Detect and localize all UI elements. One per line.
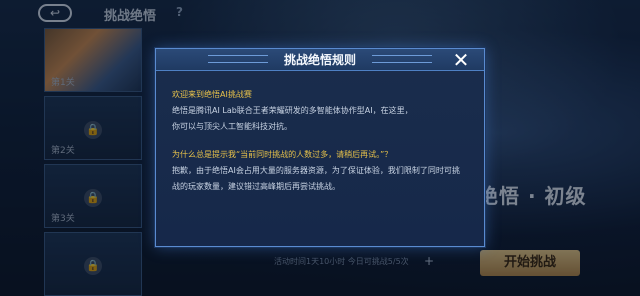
faq-question: 为什么总是提示我“当前同时挑战的人数过多，请稍后再试。”？ [172,150,393,159]
close-icon[interactable]: ✕ [450,49,472,71]
intro-text-line: 绝悟是腾讯AI Lab联合王者荣耀研发的多智能体协作型AI，在这里， [172,106,413,115]
dialog-body: 欢迎来到绝悟AI挑战赛 绝悟是腾讯AI Lab联合王者荣耀研发的多智能体协作型A… [172,87,472,195]
dialog-header: 挑战绝悟规则 [156,49,484,71]
faq-answer-line: 战的玩家数量，建议错过高峰期后再尝试挑战。 [172,182,340,191]
welcome-heading: 欢迎来到绝悟AI挑战赛 [172,90,252,99]
dialog-title: 挑战绝悟规则 [283,53,356,67]
faq-answer-line: 抱歉，由于绝悟AI会占用大量的服务器资源，为了保证体验，我们限制了同时可挑 [172,166,460,175]
intro-text-line: 你可以与顶尖人工智能科技对抗。 [172,122,292,131]
rules-dialog: 挑战绝悟规则 ✕ 欢迎来到绝悟AI挑战赛 绝悟是腾讯AI Lab联合王者荣耀研发… [155,48,485,247]
